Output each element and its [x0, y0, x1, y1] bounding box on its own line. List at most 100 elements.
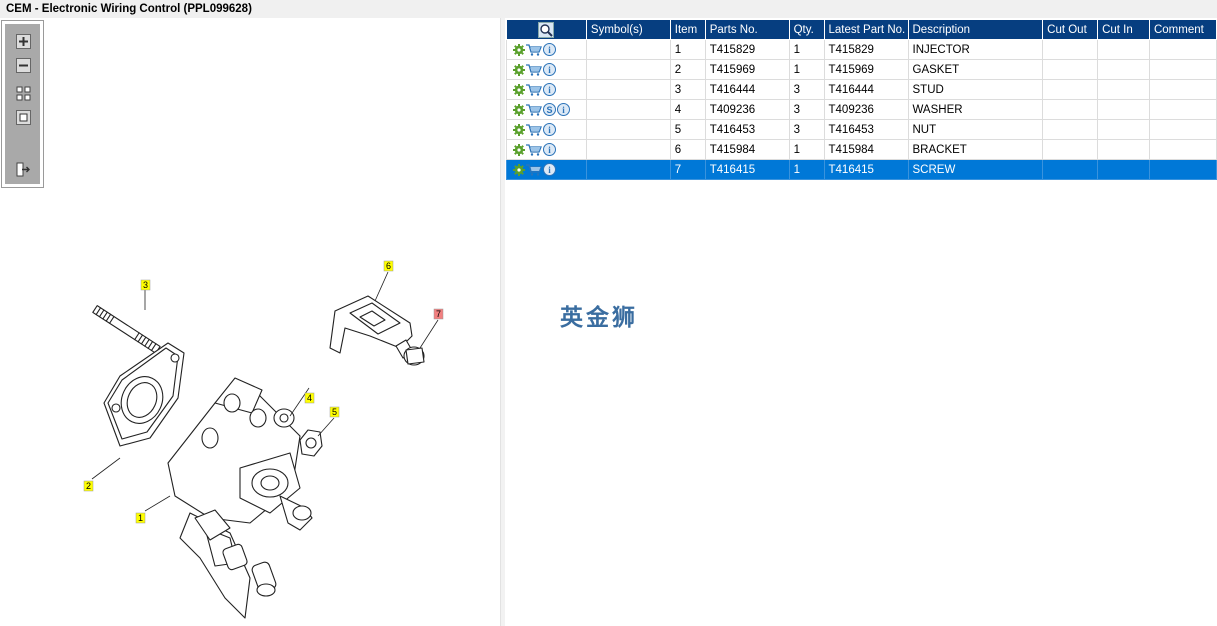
- cell-item: 1: [669, 39, 706, 60]
- cell-item: 2: [669, 59, 706, 80]
- cell-description: NUT: [907, 119, 1044, 140]
- callout-2: 2: [83, 480, 94, 492]
- column-header-comment[interactable]: Comment: [1148, 19, 1217, 40]
- cell-qty: 1: [788, 139, 825, 160]
- cell-cut-out: [1042, 99, 1099, 120]
- cell-latest-part-no: T409236: [823, 99, 909, 120]
- table-row[interactable]: i 1 T415829 1 T415829 INJECTOR: [506, 39, 1217, 60]
- cell-comment: [1148, 39, 1217, 60]
- info-icon[interactable]: i: [543, 83, 556, 96]
- info-icon[interactable]: i: [557, 103, 570, 116]
- exploded-parts-diagram: 1 2 3 4 5 6 7: [83, 260, 444, 619]
- cell-description: INJECTOR: [907, 39, 1044, 60]
- info-icon[interactable]: i: [543, 143, 556, 156]
- gear-icon[interactable]: [513, 43, 525, 56]
- row-actions: i: [506, 159, 587, 180]
- column-header-parts-no[interactable]: Parts No.: [704, 19, 790, 40]
- watermark-text: 英金狮: [560, 305, 638, 331]
- cell-item: 5: [669, 119, 706, 140]
- row-actions: i: [506, 79, 587, 100]
- cart-icon[interactable]: [526, 103, 542, 116]
- cell-cut-in: [1097, 139, 1150, 160]
- cell-parts-no: T415829: [704, 39, 790, 60]
- row-actions: i: [506, 139, 587, 160]
- row-actions: Si: [506, 99, 587, 120]
- cart-icon[interactable]: [526, 143, 542, 156]
- cell-cut-in: [1097, 79, 1150, 100]
- cell-latest-part-no: T416453: [823, 119, 909, 140]
- washer-part: [273, 408, 295, 428]
- cell-comment: [1148, 79, 1217, 100]
- search-icon[interactable]: [538, 21, 555, 38]
- cell-comment: [1148, 99, 1217, 120]
- cart-icon[interactable]: [526, 123, 542, 136]
- screw-part: [395, 339, 425, 366]
- window-title: CEM - Electronic Wiring Control (PPL0996…: [0, 0, 1217, 18]
- column-header-description[interactable]: Description: [907, 19, 1044, 40]
- svg-text:1: 1: [138, 513, 143, 523]
- cell-comment: [1148, 159, 1217, 180]
- gear-icon[interactable]: [513, 163, 525, 176]
- cell-parts-no: T416453: [704, 119, 790, 140]
- parts-table: Symbol(s) Item Parts No. Qty. Latest Par…: [506, 19, 1217, 180]
- cell-parts-no: T415984: [704, 139, 790, 160]
- cell-cut-in: [1097, 119, 1150, 140]
- column-header-cut-out[interactable]: Cut Out: [1042, 19, 1099, 40]
- supersession-icon[interactable]: S: [543, 103, 556, 116]
- cart-icon[interactable]: [526, 163, 542, 176]
- table-row[interactable]: i 7 T416415 1 T416415 SCREW: [506, 159, 1217, 180]
- svg-text:4: 4: [307, 393, 312, 403]
- row-actions: i: [506, 59, 587, 80]
- cell-description: STUD: [907, 79, 1044, 100]
- table-row[interactable]: i 6 T415984 1 T415984 BRACKET: [506, 139, 1217, 160]
- table-row[interactable]: i 5 T416453 3 T416453 NUT: [506, 119, 1217, 140]
- gear-icon[interactable]: [513, 123, 525, 136]
- cell-qty: 3: [788, 99, 825, 120]
- column-header-qty[interactable]: Qty.: [788, 19, 825, 40]
- svg-text:S: S: [546, 105, 552, 115]
- cell-symbols: [585, 99, 671, 120]
- column-header-cut-in[interactable]: Cut In: [1097, 19, 1150, 40]
- cell-parts-no: T416415: [704, 159, 790, 180]
- table-row[interactable]: i 3 T416444 3 T416444 STUD: [506, 79, 1217, 100]
- column-header-latest-part-no[interactable]: Latest Part No.: [823, 19, 909, 40]
- illustration-pane[interactable]: 1 2 3 4 5 6 7: [0, 18, 500, 626]
- callout-1: 1: [135, 512, 146, 524]
- callout-6: 6: [383, 260, 394, 272]
- cell-cut-out: [1042, 59, 1099, 80]
- gear-icon[interactable]: [513, 83, 525, 96]
- cart-icon[interactable]: [526, 43, 542, 56]
- cell-symbols: [585, 59, 671, 80]
- nut-part: [299, 429, 323, 457]
- gear-icon[interactable]: [513, 63, 525, 76]
- info-icon[interactable]: i: [543, 43, 556, 56]
- cell-cut-in: [1097, 159, 1150, 180]
- info-icon[interactable]: i: [543, 63, 556, 76]
- cell-parts-no: T415969: [704, 59, 790, 80]
- table-row[interactable]: Si 4 T409236 3 T409236 WASHER: [506, 99, 1217, 120]
- cell-comment: [1148, 139, 1217, 160]
- cell-qty: 1: [788, 59, 825, 80]
- cell-cut-in: [1097, 59, 1150, 80]
- gear-icon[interactable]: [513, 143, 525, 156]
- row-actions: i: [506, 119, 587, 140]
- info-icon[interactable]: i: [543, 163, 556, 176]
- cart-icon[interactable]: [526, 63, 542, 76]
- column-header-item[interactable]: Item: [669, 19, 706, 40]
- table-row[interactable]: i 2 T415969 1 T415969 GASKET: [506, 59, 1217, 80]
- cell-symbols: [585, 119, 671, 140]
- gear-icon[interactable]: [513, 103, 525, 116]
- svg-text:7: 7: [436, 309, 441, 319]
- cell-cut-in: [1097, 99, 1150, 120]
- column-header-filter[interactable]: [506, 19, 587, 40]
- cell-comment: [1148, 119, 1217, 140]
- cart-icon[interactable]: [526, 83, 542, 96]
- cell-cut-out: [1042, 79, 1099, 100]
- cell-cut-out: [1042, 159, 1099, 180]
- cell-item: 3: [669, 79, 706, 100]
- stud-part: [92, 305, 161, 354]
- info-icon[interactable]: i: [543, 123, 556, 136]
- cell-latest-part-no: T415969: [823, 59, 909, 80]
- parts-list-pane: Symbol(s) Item Parts No. Qty. Latest Par…: [505, 18, 1217, 626]
- column-header-symbols[interactable]: Symbol(s): [585, 19, 671, 40]
